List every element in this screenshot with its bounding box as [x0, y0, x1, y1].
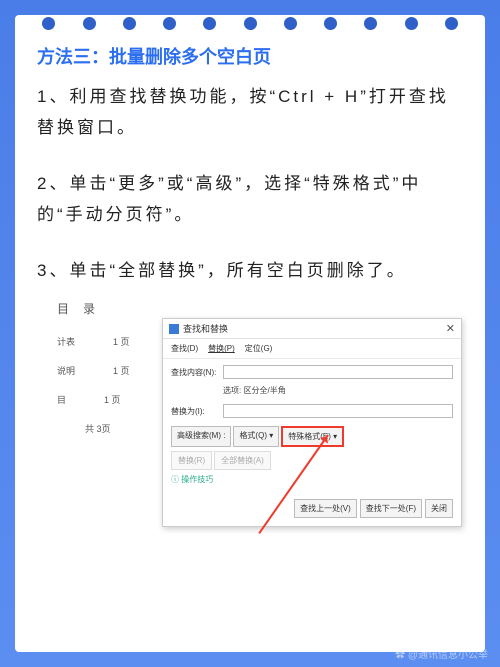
- tab-goto[interactable]: 定位(G): [245, 343, 273, 354]
- doc-heading: 目录: [57, 300, 130, 317]
- method-title: 方法三：批量删除多个空白页: [37, 43, 463, 69]
- find-next-button[interactable]: 查找下一处(F): [360, 499, 422, 518]
- close-button[interactable]: 关闭: [425, 499, 453, 518]
- dialog-icon: [169, 324, 179, 334]
- dialog-tabs: 查找(D) 替换(P) 定位(G): [163, 339, 461, 359]
- doc-row: 计表1 页: [57, 335, 130, 348]
- dialog-title-text: 查找和替换: [183, 322, 446, 335]
- doc-row: 目1 页: [57, 393, 130, 406]
- tips-link[interactable]: ⓘ 操作技巧: [171, 474, 453, 485]
- replace-input[interactable]: [223, 404, 453, 418]
- find-label: 查找内容(N):: [171, 367, 219, 378]
- special-format-button[interactable]: 特殊格式(E) ▾: [281, 426, 344, 447]
- replace-all-button[interactable]: 全部替换(A): [214, 451, 271, 470]
- document-preview: 目录 计表1 页 说明1 页 目1 页 共 3页: [57, 300, 130, 435]
- close-icon[interactable]: ✕: [446, 322, 455, 335]
- doc-total: 共 3页: [85, 422, 130, 435]
- step-3: 3、单击“全部替换”，所有空白页删除了。: [37, 255, 463, 286]
- format-button[interactable]: 格式(Q) ▾: [233, 426, 279, 447]
- step-1: 1、利用查找替换功能，按“Ctrl + H”打开查找替换窗口。: [37, 81, 463, 144]
- replace-one-button[interactable]: 替换(R): [171, 451, 212, 470]
- dialog-titlebar: 查找和替换 ✕: [163, 319, 461, 339]
- find-prev-button[interactable]: 查找上一处(V): [294, 499, 357, 518]
- find-input[interactable]: [223, 365, 453, 379]
- paper-card: 方法三：批量删除多个空白页 1、利用查找替换功能，按“Ctrl + H”打开查找…: [15, 15, 485, 652]
- step-2: 2、单击“更多”或“高级”，选择“特殊格式”中的“手动分页符”。: [37, 168, 463, 231]
- find-replace-dialog: 查找和替换 ✕ 查找(D) 替换(P) 定位(G) 查找内容(N): 选项: 区…: [162, 318, 462, 527]
- embedded-screenshot: 目录 计表1 页 说明1 页 目1 页 共 3页 查找和替换 ✕ 查找(D) 替…: [37, 300, 463, 515]
- tab-replace[interactable]: 替换(P): [208, 343, 235, 354]
- doc-row: 说明1 页: [57, 364, 130, 377]
- watermark: ✿ @通讯信息小公举: [395, 646, 488, 661]
- adv-search-button[interactable]: 高级搜索(M) :: [171, 426, 231, 447]
- tab-find[interactable]: 查找(D): [171, 343, 198, 354]
- replace-label: 替换为(I):: [171, 406, 219, 417]
